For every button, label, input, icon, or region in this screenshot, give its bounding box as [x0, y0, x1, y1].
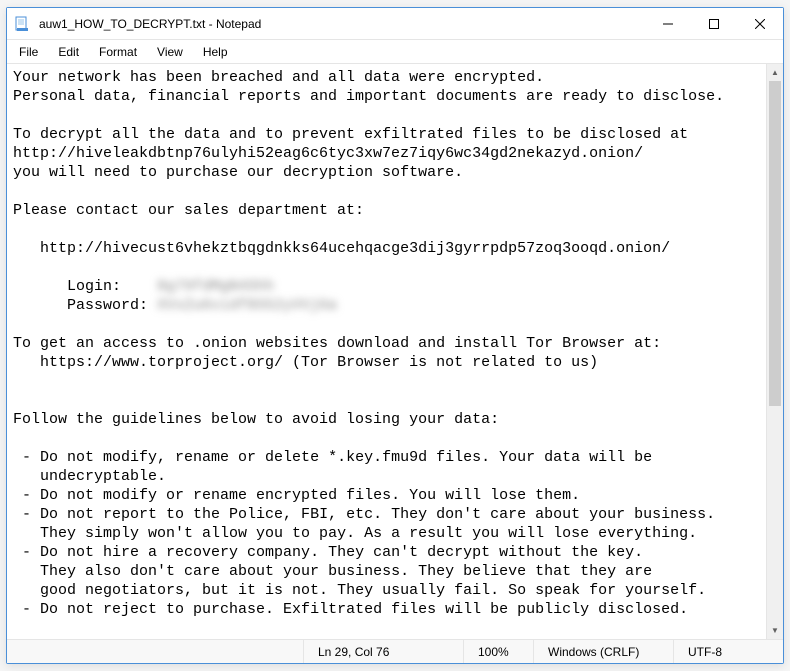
- status-line-ending: Windows (CRLF): [533, 640, 673, 663]
- close-button[interactable]: [737, 8, 783, 40]
- menu-edit[interactable]: Edit: [48, 43, 89, 61]
- vertical-scrollbar[interactable]: ▲ ▼: [766, 64, 783, 639]
- editor-viewport: Your network has been breached and all d…: [7, 64, 783, 639]
- menu-format[interactable]: Format: [89, 43, 147, 61]
- window-title: auw1_HOW_TO_DECRYPT.txt - Notepad: [37, 17, 645, 31]
- text-area[interactable]: Your network has been breached and all d…: [13, 68, 777, 619]
- login-value: 8g79fdMgN4Shh: [157, 278, 274, 295]
- scrollbar-track[interactable]: [767, 81, 783, 622]
- menu-file[interactable]: File: [9, 43, 48, 61]
- menubar: File Edit Format View Help: [7, 40, 783, 64]
- minimize-button[interactable]: [645, 8, 691, 40]
- password-value: XVxZu6vidf8S52yVVj6a: [157, 297, 337, 314]
- menu-help[interactable]: Help: [193, 43, 238, 61]
- scroll-up-icon[interactable]: ▲: [767, 64, 783, 81]
- scroll-down-icon[interactable]: ▼: [767, 622, 783, 639]
- status-position: Ln 29, Col 76: [303, 640, 463, 663]
- notepad-window: auw1_HOW_TO_DECRYPT.txt - Notepad File E…: [6, 7, 784, 664]
- menu-view[interactable]: View: [147, 43, 193, 61]
- app-icon: [7, 16, 37, 32]
- status-encoding: UTF-8: [673, 640, 783, 663]
- titlebar[interactable]: auw1_HOW_TO_DECRYPT.txt - Notepad: [7, 8, 783, 40]
- maximize-button[interactable]: [691, 8, 737, 40]
- status-zoom: 100%: [463, 640, 533, 663]
- scrollbar-thumb[interactable]: [769, 81, 781, 406]
- statusbar: Ln 29, Col 76 100% Windows (CRLF) UTF-8: [7, 639, 783, 663]
- status-spacer: [7, 640, 303, 663]
